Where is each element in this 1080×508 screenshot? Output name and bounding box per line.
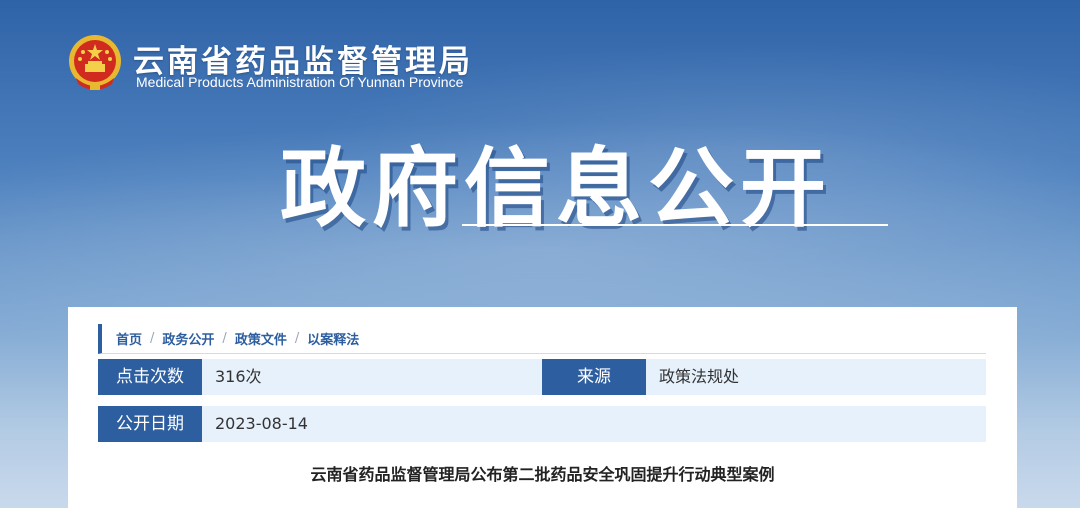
meta-row-date: 公开日期 2023-08-14	[98, 406, 986, 442]
breadcrumb-separator: /	[150, 331, 155, 346]
breadcrumb: 首页 / 政务公开 / 政策文件 / 以案释法	[98, 324, 986, 354]
national-emblem-icon	[68, 34, 122, 92]
clicks-label: 点击次数	[98, 359, 202, 395]
breadcrumb-case-law-explanation[interactable]: 以案释法	[307, 329, 359, 348]
source-value: 政策法规处	[646, 359, 986, 395]
publish-date-label: 公开日期	[98, 406, 202, 442]
breadcrumb-government-affairs[interactable]: 政务公开	[162, 329, 214, 348]
banner-title-underline	[462, 224, 888, 226]
clicks-value: 316次	[202, 359, 542, 395]
content-panel: 首页 / 政务公开 / 政策文件 / 以案释法 点击次数 316次 来源 政策法…	[68, 307, 1017, 508]
breadcrumb-separator: /	[294, 331, 300, 346]
breadcrumb-separator: /	[222, 331, 227, 346]
source-label: 来源	[542, 359, 646, 395]
org-name-english: Medical Products Administration Of Yunna…	[136, 74, 464, 90]
breadcrumb-home[interactable]: 首页	[116, 329, 142, 348]
article-title: 云南省药品监督管理局公布第二批药品安全巩固提升行动典型案例	[310, 465, 775, 484]
meta-row-clicks-source: 点击次数 316次 来源 政策法规处	[98, 359, 986, 395]
publish-date-value: 2023-08-14	[202, 406, 986, 442]
breadcrumb-policy-documents[interactable]: 政策文件	[235, 329, 287, 348]
